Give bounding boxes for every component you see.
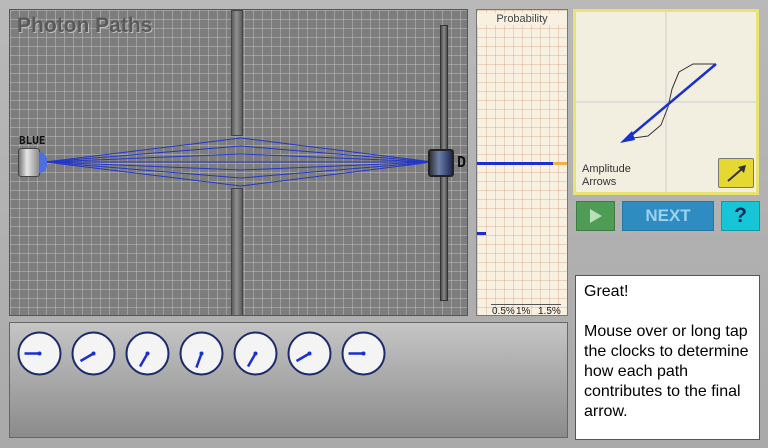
clock-dial[interactable] (179, 331, 224, 376)
play-button[interactable] (576, 201, 615, 231)
clock-dial[interactable] (125, 331, 170, 376)
barrier-top (231, 10, 243, 136)
light-source[interactable] (18, 148, 40, 177)
show-arrow-button[interactable] (718, 158, 754, 188)
probability-title: Probability (477, 13, 567, 25)
instruction-message: Great! Mouse over or long tap the clocks… (575, 275, 760, 440)
play-icon (590, 209, 602, 223)
clocks-tray (9, 322, 568, 438)
source-label: BLUE (19, 134, 46, 147)
clock-dial[interactable] (287, 331, 332, 376)
detector-label: D (457, 153, 467, 171)
message-line: Great! (584, 283, 629, 300)
clock-dial[interactable] (71, 331, 116, 376)
probability-bar-detector (477, 162, 553, 165)
tick-label: 1.5% (538, 306, 561, 317)
app-title: Photon Paths (17, 14, 153, 37)
clock-dial[interactable] (233, 331, 278, 376)
barrier-bottom (231, 188, 243, 315)
probability-axis (491, 304, 561, 305)
clock-dial[interactable] (17, 331, 62, 376)
amplitude-panel: Amplitude Arrows (573, 9, 759, 195)
tick-label: 1% (516, 306, 531, 317)
detector[interactable] (428, 149, 454, 177)
next-button[interactable]: NEXT (622, 201, 714, 231)
probability-panel: Probability 0.5% 1% 1.5% (476, 9, 568, 317)
message-line: Mouse over or long tap the clocks to det… (584, 323, 749, 420)
simulation-area: Photon Paths BLUE D (9, 9, 468, 316)
probability-bar-tail (553, 162, 567, 165)
probability-bar-small (477, 232, 486, 235)
arrow-icon (727, 165, 746, 182)
tick-label: 0.5% (492, 306, 515, 317)
amplitude-label: Amplitude Arrows (582, 163, 631, 188)
help-button[interactable]: ? (721, 201, 760, 231)
clock-dial[interactable] (341, 331, 386, 376)
